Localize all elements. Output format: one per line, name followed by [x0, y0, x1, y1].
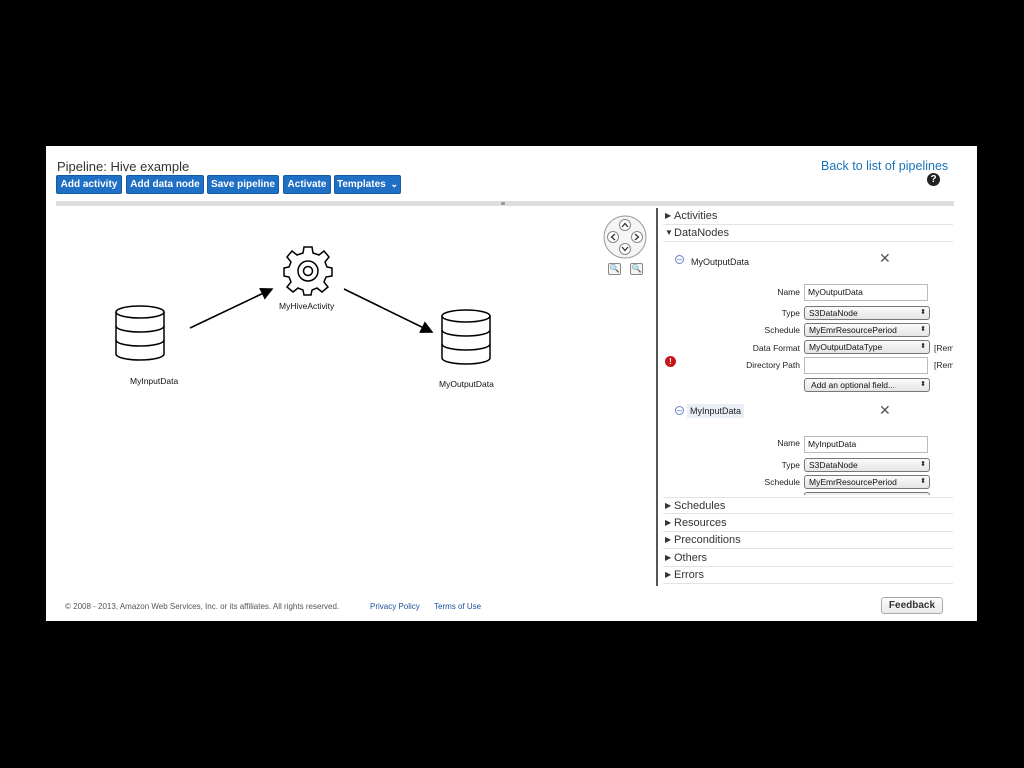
chevron-down-icon: ▼ — [665, 228, 673, 237]
select-arrow-icon: ⬍ — [920, 343, 926, 350]
section-others[interactable]: ▶ Others — [663, 550, 953, 567]
select-arrow-icon: ⬍ — [920, 326, 926, 333]
activate-button[interactable]: Activate — [283, 175, 331, 194]
section-resources[interactable]: ▶ Resources — [663, 515, 953, 532]
section-others-label: Others — [674, 552, 708, 564]
type-select-value: S3DataNode — [809, 308, 858, 318]
activity-node-label[interactable]: MyHiveActivity — [279, 301, 334, 311]
section-datanodes-label: DataNodes — [674, 227, 730, 239]
feedback-button[interactable]: Feedback — [881, 597, 943, 614]
schedule-select-value: MyEmrResourcePeriod — [809, 325, 897, 335]
directory-path-field[interactable] — [804, 357, 928, 374]
chevron-right-icon: ▶ — [665, 570, 672, 579]
footer-copyright: © 2008 - 2013, Amazon Web Services, Inc.… — [65, 602, 340, 611]
section-schedules[interactable]: ▶ Schedules — [663, 497, 953, 514]
section-activities-label: Activities — [674, 210, 718, 222]
input-node-title: MyInputData — [687, 404, 745, 418]
remove-directory-path-link[interactable]: [Remove] — [934, 360, 953, 370]
remove-data-format-link[interactable]: [Remove] — [934, 343, 953, 353]
close-icon[interactable]: ✕ — [879, 403, 891, 417]
pipeline-canvas[interactable]: MyHiveActivity MyInputData MyOutputData — [56, 208, 654, 588]
datanodes-content: – MyOutputData ✕ Name MyOutputData Type … — [663, 242, 953, 495]
chevron-right-icon: ▶ — [665, 518, 672, 527]
database-icon[interactable] — [441, 309, 491, 365]
section-errors-label: Errors — [674, 569, 704, 581]
chevron-right-icon: ▶ — [665, 553, 672, 562]
section-resources-label: Resources — [674, 517, 727, 529]
select-arrow-icon: ⬍ — [920, 381, 926, 388]
page-title: Pipeline: Hive example — [57, 159, 190, 174]
output-node-label[interactable]: MyOutputData — [439, 379, 494, 389]
templates-button[interactable]: Templates ⌄ — [334, 175, 401, 194]
privacy-policy-link[interactable]: Privacy Policy — [370, 602, 420, 611]
back-to-pipelines-link[interactable]: Back to list of pipelines — [821, 159, 948, 173]
chevron-right-icon: ▶ — [665, 211, 672, 220]
collapse-icon[interactable]: – — [675, 255, 684, 264]
type-label: Type — [781, 460, 800, 470]
database-icon[interactable] — [115, 305, 165, 361]
select-arrow-icon: ⬍ — [920, 461, 926, 468]
select-arrow-icon: ⬍ — [920, 309, 926, 316]
section-schedules-label: Schedules — [674, 500, 726, 512]
name-field[interactable]: MyOutputData — [804, 284, 928, 301]
data-format-label: Data Format — [752, 343, 800, 353]
schedule-label: Schedule — [764, 325, 800, 335]
add-optional-field-select[interactable]: Add an optional field... ⬍ — [804, 378, 930, 392]
chevron-right-icon: ▶ — [665, 535, 672, 544]
section-activities[interactable]: ▶ Activities — [663, 208, 953, 225]
help-icon[interactable]: ? — [927, 173, 940, 186]
pipeline-panel: Pipeline: Hive example Back to list of p… — [46, 146, 977, 621]
save-pipeline-button[interactable]: Save pipeline — [207, 175, 279, 194]
schedule-label: Schedule — [764, 477, 800, 487]
chevron-right-icon: ▶ — [665, 501, 672, 510]
collapse-icon[interactable]: – — [675, 406, 684, 415]
type-select[interactable]: S3DataNode ⬍ — [804, 458, 930, 472]
add-optional-field-value: Add an optional field... — [811, 380, 896, 390]
templates-label: Templates — [336, 179, 386, 190]
select-arrow-icon: ⬍ — [920, 478, 926, 485]
error-icon: ! — [665, 356, 676, 367]
schedule-select[interactable]: MyEmrResourcePeriod ⬍ — [804, 323, 930, 337]
name-field[interactable]: MyInputData — [804, 436, 928, 453]
pan-control[interactable] — [603, 215, 647, 259]
divider-grip-icon[interactable] — [501, 202, 505, 205]
pane-divider[interactable] — [56, 201, 954, 206]
chevron-down-icon: ⌄ — [390, 179, 399, 189]
edge-input-to-activity — [189, 288, 274, 329]
section-preconditions[interactable]: ▶ Preconditions — [663, 532, 953, 549]
input-node-label[interactable]: MyInputData — [130, 376, 178, 386]
add-activity-button[interactable]: Add activity — [56, 175, 122, 194]
zoom-in-icon[interactable]: 🔍 — [608, 263, 621, 275]
terms-of-use-link[interactable]: Terms of Use — [434, 602, 481, 611]
close-icon[interactable]: ✕ — [879, 251, 891, 265]
properties-sidebar: ▶ Activities ▼ DataNodes – MyOutputData … — [663, 208, 953, 585]
edge-activity-to-output — [343, 288, 434, 333]
vertical-splitter[interactable] — [656, 208, 658, 586]
pipeline-graph — [115, 246, 491, 365]
type-select-value: S3DataNode — [809, 460, 858, 470]
name-label: Name — [777, 438, 800, 448]
type-select[interactable]: S3DataNode ⬍ — [804, 306, 930, 320]
select-partial[interactable] — [804, 492, 930, 495]
section-preconditions-label: Preconditions — [674, 534, 741, 546]
section-datanodes[interactable]: ▼ DataNodes — [663, 225, 953, 242]
add-data-node-button[interactable]: Add data node — [126, 175, 204, 194]
gear-icon[interactable] — [283, 246, 333, 296]
directory-path-label: Directory Path — [746, 360, 800, 370]
output-node-title: MyOutputData — [691, 257, 750, 267]
data-format-select[interactable]: MyOutputDataType ⬍ — [804, 340, 930, 354]
section-errors[interactable]: ▶ Errors — [663, 567, 953, 584]
data-format-select-value: MyOutputDataType — [809, 342, 883, 352]
schedule-select-value: MyEmrResourcePeriod — [809, 477, 897, 487]
zoom-out-icon[interactable]: 🔍 — [630, 263, 643, 275]
schedule-select[interactable]: MyEmrResourcePeriod ⬍ — [804, 475, 930, 489]
type-label: Type — [781, 308, 800, 318]
name-label: Name — [777, 287, 800, 297]
